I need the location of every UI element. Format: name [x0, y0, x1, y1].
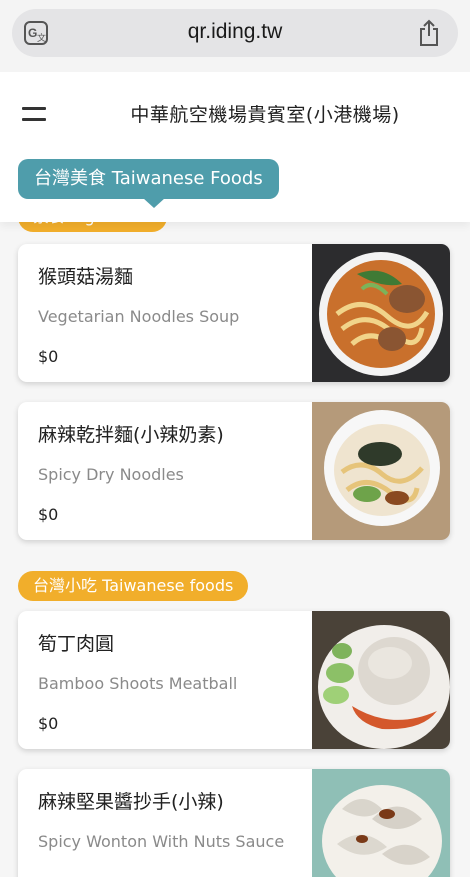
item-english-name: Vegetarian Noodles Soup — [38, 307, 240, 326]
item-name: 麻辣堅果醬抄手(小辣) — [38, 791, 224, 813]
menu-item-card[interactable]: 麻辣乾拌麵(小辣奶素) Spicy Dry Noodles $0 — [18, 402, 450, 540]
mushroom-noodle-soup-photo — [312, 244, 450, 382]
menu-item-card[interactable]: 猴頭菇湯麵 Vegetarian Noodles Soup $0 — [18, 244, 450, 382]
item-name: 麻辣乾拌麵(小辣奶素) — [38, 424, 224, 446]
section-badge-taiwanese-snacks: 台灣小吃 Taiwanese foods — [18, 571, 249, 601]
menu-item-card[interactable]: 筍丁肉圓 Bamboo Shoots Meatball $0 — [18, 611, 450, 749]
item-name: 筍丁肉圓 — [38, 633, 115, 655]
url-field[interactable]: G 文 qr.iding.tw — [12, 9, 458, 57]
item-english-name: Spicy Dry Noodles — [38, 465, 184, 484]
browser-address-bar: G 文 qr.iding.tw — [0, 0, 470, 72]
item-name: 猴頭菇湯麵 — [38, 266, 134, 288]
item-price: $0 — [38, 347, 59, 366]
item-english-name: Bamboo Shoots Meatball — [38, 674, 238, 693]
wonton-photo — [312, 769, 450, 877]
menu-page: 中華航空機場貴賓室(小港機場) 台灣美食 Taiwanese Foods 素食V… — [0, 72, 470, 877]
page-title: 中華航空機場貴賓室(小港機場) — [130, 104, 400, 126]
item-price: $0 — [38, 505, 59, 524]
item-price: $0 — [38, 714, 59, 733]
url-text[interactable]: qr.iding.tw — [12, 20, 458, 44]
spicy-dry-noodles-photo — [312, 402, 450, 540]
menu-item-card[interactable]: 麻辣堅果醬抄手(小辣) Spicy Wonton With Nuts Sauce — [18, 769, 450, 877]
share-icon[interactable] — [418, 19, 440, 47]
tab-taiwanese-foods[interactable]: 台灣美食 Taiwanese Foods — [18, 159, 279, 199]
tab-pointer — [143, 198, 165, 208]
item-english-name: Spicy Wonton With Nuts Sauce — [38, 832, 285, 851]
hamburger-menu-icon[interactable] — [22, 107, 46, 123]
meatball-photo — [312, 611, 450, 749]
page-header: 中華航空機場貴賓室(小港機場) — [0, 72, 470, 222]
